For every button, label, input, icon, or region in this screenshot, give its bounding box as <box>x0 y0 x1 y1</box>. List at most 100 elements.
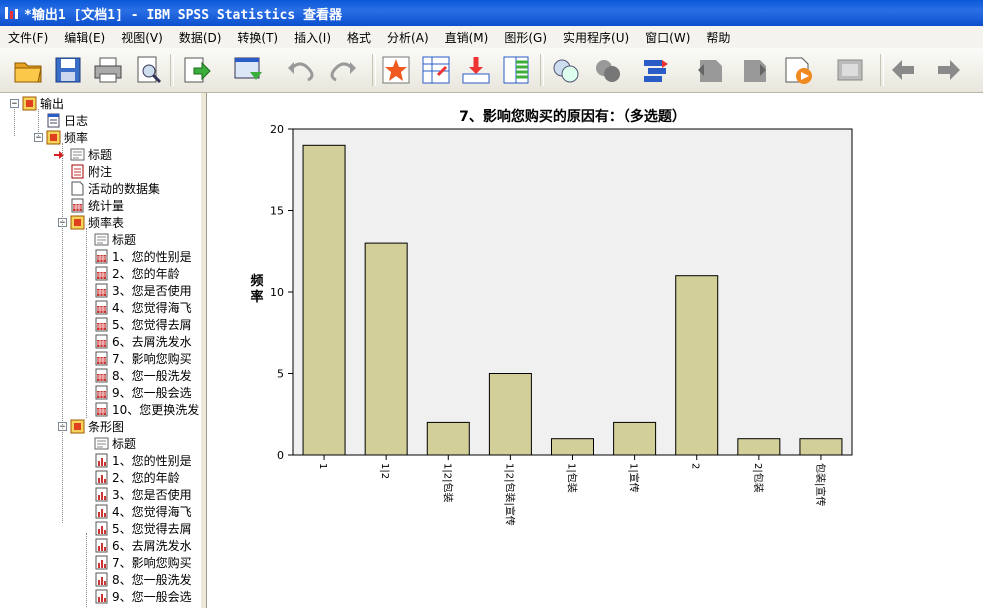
forward-icon <box>938 60 960 80</box>
back-button[interactable] <box>888 54 920 86</box>
export-button[interactable] <box>180 54 212 86</box>
goto-variable-button[interactable] <box>460 54 492 86</box>
tree-node-label: 7、影响您购买 <box>112 556 192 570</box>
tree-node[interactable]: 标题 <box>58 146 112 163</box>
tree-node-label: 5、您觉得去屑 <box>112 318 192 332</box>
open-button[interactable] <box>12 54 44 86</box>
tree-node[interactable]: 6、去屑洗发水 <box>82 333 192 350</box>
goto-case-icon <box>422 56 450 84</box>
x-tick-label: 2|包装 <box>752 463 765 493</box>
menu-item-6[interactable]: 格式 <box>339 29 379 46</box>
tree-node-label: 条形图 <box>88 420 125 434</box>
tree-node[interactable]: 标题 <box>82 231 136 248</box>
hide-button[interactable] <box>592 54 624 86</box>
save-button[interactable] <box>52 54 84 86</box>
tree-node[interactable]: 5、您觉得去屑 <box>82 520 192 537</box>
y-tick-label: 20 <box>270 123 284 136</box>
menu-item-9[interactable]: 图形(G) <box>496 29 555 46</box>
x-tick-label-part: 包装 <box>441 482 454 502</box>
tree-node[interactable]: 统计量 <box>58 197 124 214</box>
table-node-icon <box>94 249 109 264</box>
recall-dialog-icon <box>234 57 262 80</box>
tree-node[interactable]: 4、您觉得海飞 <box>82 503 192 520</box>
output-node-icon <box>22 96 37 111</box>
tree-node[interactable]: − 频率 <box>34 129 88 146</box>
toolbar <box>0 48 983 93</box>
print-preview-button[interactable] <box>132 54 164 86</box>
tree-node[interactable]: 10、您更换洗发 <box>82 401 199 418</box>
redo-button[interactable] <box>328 54 360 86</box>
collapse-button[interactable] <box>834 54 866 86</box>
promote-button[interactable] <box>694 54 726 86</box>
bar-4 <box>488 373 532 456</box>
tree-node[interactable]: 1、您的性别是 <box>82 248 192 265</box>
goto-case-button[interactable] <box>420 54 452 86</box>
tree-node[interactable]: 8、您一般洗发 <box>82 571 192 588</box>
print-preview-icon <box>137 56 162 84</box>
tree-node[interactable]: − 条形图 <box>58 418 124 435</box>
menu-item-7[interactable]: 分析(A) <box>379 29 437 46</box>
tree-node[interactable]: 日志 <box>34 112 88 129</box>
menu-item-4[interactable]: 转换(T) <box>229 29 286 46</box>
log-node-icon <box>46 113 61 128</box>
tree-node-label: 日志 <box>64 114 89 128</box>
tree-node[interactable]: 活动的数据集 <box>58 180 160 197</box>
menu-item-8[interactable]: 直销(M) <box>437 29 497 46</box>
chart-node-icon <box>94 572 109 587</box>
demote-button[interactable] <box>738 54 770 86</box>
table-node-icon <box>94 402 109 417</box>
variables-button[interactable] <box>500 54 532 86</box>
x-tick-label: 1 <box>317 463 328 469</box>
content-pane[interactable]: 7、影响您购买的原因有：（多选题） 0 5 10 15 20 频率 1 1|2 1|2|包装 1|2… <box>207 93 983 608</box>
output-node-icon <box>46 130 61 145</box>
tree-node[interactable]: − 输出 <box>10 95 64 112</box>
menu-item-0[interactable]: 文件(F) <box>0 29 56 46</box>
tree-node[interactable]: 7、影响您购买 <box>82 554 192 571</box>
recall-dialog-button[interactable] <box>232 54 264 86</box>
tree-node[interactable]: 标题 <box>82 435 136 452</box>
tree-node-label: 标题 <box>88 148 113 162</box>
collapse-toggle-icon[interactable]: − <box>10 99 19 109</box>
tree-node-label: 7、影响您购买 <box>112 352 192 366</box>
tree-node[interactable]: 3、您是否使用 <box>82 282 192 299</box>
chart-node-icon <box>94 521 109 536</box>
menu-item-11[interactable]: 窗口(W) <box>637 29 698 46</box>
menu-item-10[interactable]: 实用程序(U) <box>555 29 637 46</box>
tree-node[interactable]: 7、影响您购买 <box>82 350 192 367</box>
tree-node-label: 2、您的年龄 <box>112 267 180 281</box>
tree-node[interactable]: 9、您一般会选 <box>82 588 192 605</box>
notes-node-icon <box>70 164 85 179</box>
menu-item-2[interactable]: 视图(V) <box>113 29 171 46</box>
tree-node[interactable]: 5、您觉得去屑 <box>82 316 192 333</box>
show-all-button[interactable] <box>550 54 582 86</box>
menu-item-1[interactable]: 编辑(E) <box>56 29 113 46</box>
collapse-icon <box>837 59 863 81</box>
tree-node-label: 4、您觉得海飞 <box>112 301 192 315</box>
tree-node[interactable]: 2、您的年龄 <box>82 265 180 282</box>
tree-node[interactable]: 9、您一般会选 <box>82 384 192 401</box>
menu-bar: 文件(F) 编辑(E) 视图(V) 数据(D) 转换(T) 插入(I) 格式 分析(A) 直销(… <box>0 26 983 49</box>
menu-item-3[interactable]: 数据(D) <box>171 29 230 46</box>
menu-item-12[interactable]: 帮助 <box>698 29 738 46</box>
designate-window-button[interactable] <box>640 54 672 86</box>
tree-node[interactable]: 3、您是否使用 <box>82 486 192 503</box>
tree-connector-line <box>14 109 15 136</box>
designate-window-icon <box>644 60 668 82</box>
print-button[interactable] <box>92 54 124 86</box>
tree-node[interactable]: 4、您觉得海飞 <box>82 299 192 316</box>
run-script-button[interactable] <box>782 54 814 86</box>
menu-item-5[interactable]: 插入(I) <box>286 29 339 46</box>
tree-node[interactable]: − 频率表 <box>58 214 124 231</box>
tree-node[interactable]: 2、您的年龄 <box>82 469 180 486</box>
forward-button[interactable] <box>932 54 964 86</box>
undo-button[interactable] <box>284 54 316 86</box>
x-tick-label-part: 宣传 <box>628 473 641 493</box>
tree-connector-line <box>38 109 39 136</box>
goto-data-button[interactable] <box>380 54 412 86</box>
tree-node[interactable]: 1、您的性别是 <box>82 452 192 469</box>
x-tick-label: 1|2 <box>379 463 390 479</box>
tree-node[interactable]: 附注 <box>58 163 112 180</box>
outline-pane[interactable]: − 输出 日志 − 频率 标题 附注 活动的数据集 统计量 − 频率表 标题 1、您的性别是 2、您的年龄… <box>0 93 202 608</box>
tree-node[interactable]: 6、去屑洗发水 <box>82 537 192 554</box>
tree-node[interactable]: 8、您一般洗发 <box>82 367 192 384</box>
